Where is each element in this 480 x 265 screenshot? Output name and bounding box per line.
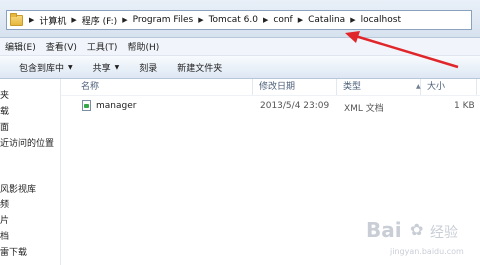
- new-folder-button[interactable]: 新建文件夹: [167, 61, 232, 74]
- sort-up-icon: ▲: [416, 83, 421, 90]
- breadcrumb-catalina[interactable]: Catalina: [305, 15, 348, 25]
- chevron-right-icon[interactable]: ▶: [348, 16, 357, 24]
- nav-item-media-library[interactable]: 风影视库: [0, 182, 36, 195]
- nav-item-documents[interactable]: 档: [0, 229, 9, 242]
- column-header-size[interactable]: 大小: [421, 79, 477, 95]
- chevron-right-icon[interactable]: ▶: [196, 16, 205, 24]
- paw-icon: ✿: [410, 220, 424, 239]
- menu-help[interactable]: 帮助(H): [122, 40, 164, 53]
- breadcrumb-program-files[interactable]: Program Files: [130, 15, 197, 25]
- header-divider: [61, 95, 480, 96]
- include-in-library-label: 包含到库中: [19, 63, 65, 74]
- menu-view[interactable]: 查看(V): [41, 40, 82, 53]
- chevron-right-icon[interactable]: ▶: [27, 16, 36, 24]
- nav-item-recent-places[interactable]: 近访问的位置: [0, 136, 54, 149]
- nav-item-desktop[interactable]: 面: [0, 120, 9, 133]
- watermark-brand: Bai: [366, 218, 402, 242]
- menu-tools[interactable]: 工具(T): [82, 40, 123, 53]
- chevron-right-icon[interactable]: ▶: [261, 16, 270, 24]
- nav-item-videos[interactable]: 频: [0, 197, 9, 210]
- file-type: XML 文档: [344, 104, 384, 114]
- nav-item-downloads[interactable]: 载: [0, 104, 9, 117]
- breadcrumb-conf[interactable]: conf: [270, 15, 295, 25]
- address-bar[interactable]: ▶ 计算机 ▶ 程序 (F:) ▶ Program Files ▶ Tomcat…: [6, 10, 472, 30]
- navigation-pane: 夹 载 面 近访问的位置 风影视库 频 片 档 雷下载: [0, 79, 61, 265]
- chevron-down-icon: ▼: [114, 63, 120, 71]
- column-header-name[interactable]: 名称: [75, 79, 253, 95]
- baidu-watermark: Bai ✿ 经验 jingyan.baidu.com: [362, 218, 480, 265]
- watermark-url: jingyan.baidu.com: [390, 247, 464, 256]
- breadcrumb-drive[interactable]: 程序 (F:): [79, 14, 120, 27]
- burn-button[interactable]: 刻录: [129, 61, 167, 74]
- nav-item-thunder-downloads[interactable]: 雷下载: [0, 245, 27, 258]
- chevron-right-icon[interactable]: ▶: [69, 16, 78, 24]
- chevron-right-icon[interactable]: ▶: [296, 16, 305, 24]
- column-header-modified[interactable]: 修改日期: [253, 79, 337, 95]
- chevron-down-icon: ▼: [68, 63, 73, 71]
- nav-item-pictures[interactable]: 片: [0, 213, 9, 226]
- file-modified: 2013/5/4 23:09: [260, 101, 330, 111]
- file-name[interactable]: manager: [96, 101, 136, 111]
- chevron-right-icon[interactable]: ▶: [120, 16, 129, 24]
- xml-file-icon: [82, 100, 91, 111]
- menu-edit[interactable]: 编辑(E): [0, 40, 41, 53]
- folder-icon: [10, 12, 23, 26]
- include-in-library-button[interactable]: 包含到库中 ▼: [0, 61, 83, 74]
- breadcrumb-tomcat[interactable]: Tomcat 6.0: [206, 15, 261, 25]
- share-label: 共享: [92, 63, 111, 74]
- menu-bar: 编辑(E) 查看(V) 工具(T) 帮助(H): [0, 38, 480, 56]
- nav-item-favorites[interactable]: 夹: [0, 88, 9, 101]
- command-toolbar: 包含到库中 ▼ 共享 ▼ 刻录 新建文件夹: [0, 56, 480, 79]
- breadcrumb-computer[interactable]: 计算机: [36, 14, 69, 27]
- file-size: 1 KB: [454, 101, 475, 111]
- breadcrumb-localhost[interactable]: localhost: [358, 15, 404, 25]
- watermark-brand-suffix: 经验: [430, 225, 458, 241]
- share-button[interactable]: 共享 ▼: [83, 61, 130, 74]
- address-bar-area: ▶ 计算机 ▶ 程序 (F:) ▶ Program Files ▶ Tomcat…: [0, 0, 480, 38]
- column-header-type[interactable]: 类型: [337, 79, 421, 95]
